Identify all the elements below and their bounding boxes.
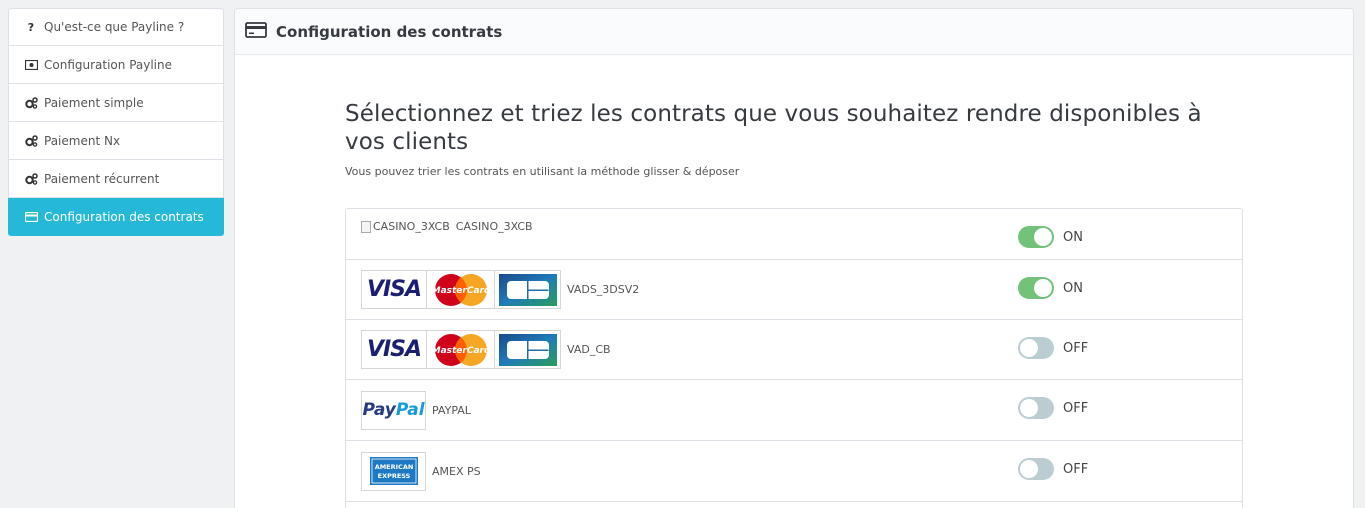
sidebar-nav: ? Qu'est-ce que Payline ? Configuration … [8,8,224,236]
panel-title: Configuration des contrats [276,22,503,41]
broken-image-icon: CASINO_3XCB [361,220,450,233]
contract-image-alt: CASINO_3XCB [373,220,450,233]
contract-toggle-switch[interactable] [1018,337,1054,359]
contract-toggle-group: ON [1018,277,1083,299]
contract-toggle-group: OFF [1018,458,1088,480]
cb-logo [495,330,561,369]
sidebar-item-payline-config[interactable]: Configuration Payline [8,46,224,84]
contract-row-casino-3xcb[interactable]: CASINO_3XCB CASINO_3XCB ON [346,209,1242,260]
svg-text:EXPRESS: EXPRESS [377,472,410,480]
contract-name: PAYPAL [432,403,471,417]
svg-text:AMERICAN: AMERICAN [374,463,413,471]
contract-row-amex-ps[interactable]: AMERICAN EXPRESS AMEX PS OFF [346,441,1242,502]
svg-text:MasterCard: MasterCard [433,286,489,296]
mastercard-logo: MasterCard [427,270,495,309]
sidebar-item-simple-payment[interactable]: Paiement simple [8,84,224,122]
sidebar-item-label: Paiement Nx [44,133,121,148]
card-logos: VISA MasterCard [361,330,561,369]
visa-logo: VISA [361,330,427,369]
amex-logo: AMERICAN EXPRESS [361,451,426,491]
card-logos: VISA MasterCard [361,270,561,309]
contract-toggle-switch[interactable] [1018,277,1054,299]
contract-row-vads-3dsv2[interactable]: VISA MasterCard VADS_3DSV2 ON [346,260,1242,320]
contract-name: VAD_CB [567,343,611,356]
sidebar-item-what-is-payline[interactable]: ? Qu'est-ce que Payline ? [8,8,224,46]
toggle-state-label: OFF [1063,461,1089,477]
contracts-panel: Configuration des contrats Sélectionnez … [234,8,1354,508]
toggle-state-label: ON [1063,280,1083,296]
credit-card-icon [24,211,38,222]
page-subtitle: Vous pouvez trier les contrats en utilis… [345,165,740,178]
question-icon: ? [27,20,35,34]
panel-content: Sélectionnez et triez les contrats que v… [345,100,1243,178]
sidebar-item-label: Paiement simple [44,95,144,110]
contract-toggle-switch[interactable] [1018,397,1054,419]
contract-name: CASINO_3XCB [455,220,533,233]
visa-logo: VISA [361,270,427,309]
sidebar-item-label: Configuration Payline [44,57,173,72]
sidebar-item-label: Qu'est-ce que Payline ? [44,20,185,34]
contract-row-paypal[interactable]: PayPal PAYPAL OFF [346,380,1242,441]
contract-name: VADS_3DSV2 [567,283,640,296]
contract-toggle-switch[interactable] [1018,226,1054,248]
mastercard-logo: MasterCard [427,330,495,369]
sidebar-item-label: Configuration des contrats [44,209,204,224]
toggle-state-label: OFF [1063,400,1089,416]
toggle-state-label: ON [1063,229,1083,245]
sidebar-item-contracts-config[interactable]: Configuration des contrats [8,198,224,236]
gears-icon [24,96,38,109]
gears-icon [24,134,38,147]
contract-toggle-group: OFF [1018,397,1088,419]
page-title: Sélectionnez et triez les contrats que v… [345,101,1202,155]
contract-row-partial [346,502,1242,508]
gears-icon [24,172,38,185]
contracts-list: CASINO_3XCB CASINO_3XCB ON VISA MasterCa… [345,208,1243,508]
cb-logo [495,270,561,309]
contract-toggle-switch[interactable] [1018,458,1054,480]
contract-name: AMEX PS [432,464,481,478]
svg-text:MasterCard: MasterCard [433,346,489,356]
toggle-state-label: OFF [1063,340,1089,356]
sidebar-item-recurring-payment[interactable]: Paiement récurrent [8,160,224,198]
contract-toggle-group: ON [1018,226,1083,248]
sidebar-item-nx-payment[interactable]: Paiement Nx [8,122,224,160]
contract-toggle-group: OFF [1018,337,1088,359]
panel-heading: Configuration des contrats [235,9,1353,55]
contract-row-vad-cb[interactable]: VISA MasterCard VAD_CB OFF [346,320,1242,380]
money-icon [24,59,38,70]
credit-card-icon [245,21,267,42]
sidebar-item-label: Paiement récurrent [44,171,160,186]
paypal-logo: PayPal [361,390,426,430]
